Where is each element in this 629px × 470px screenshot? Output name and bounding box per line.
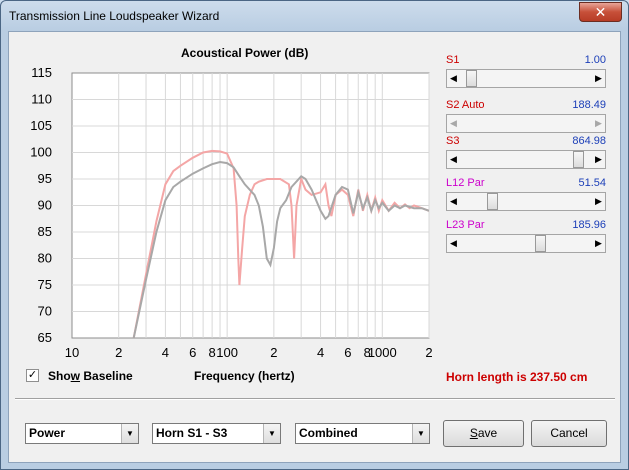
scroll-left-icon[interactable]: ◀: [447, 115, 460, 132]
scroll-left-icon[interactable]: ◀: [447, 70, 460, 87]
slider-value-s1: 1.00: [584, 54, 606, 66]
x-tick-label: 8: [208, 345, 215, 360]
show-baseline-checkbox[interactable]: ✓: [26, 369, 39, 382]
scroll-left-icon[interactable]: ◀: [447, 235, 460, 252]
chevron-down-icon[interactable]: ▼: [412, 424, 429, 443]
chevron-down-icon[interactable]: ▼: [263, 424, 280, 443]
slider-label-s2: S2 Auto: [446, 99, 485, 111]
scroll-left-icon[interactable]: ◀: [447, 151, 460, 168]
y-tick-label: 105: [30, 118, 52, 133]
y-tick-label: 90: [38, 198, 52, 213]
x-tick-label: 4: [162, 345, 169, 360]
dialog-window: Transmission Line Loudspeaker Wizard ✕ A…: [0, 0, 629, 470]
x-tick-label: 100: [216, 345, 238, 360]
scroll-right-icon[interactable]: ▶: [592, 70, 605, 87]
save-button[interactable]: Save: [443, 420, 524, 447]
slider-s1[interactable]: ◀ ▶: [446, 69, 606, 88]
slider-s2[interactable]: ◀ ▶: [446, 114, 606, 133]
y-tick-label: 85: [38, 224, 52, 239]
divider: [15, 398, 615, 400]
y-tick-label: 65: [38, 330, 52, 345]
slider-label-l12: L12 Par: [446, 177, 485, 189]
y-tick-label: 75: [38, 277, 52, 292]
scroll-right-icon[interactable]: ▶: [592, 151, 605, 168]
x-tick-label: 4: [317, 345, 324, 360]
slider-thumb[interactable]: [486, 193, 498, 210]
x-tick-label: 10: [65, 345, 79, 360]
dialog-client-area: Acoustical Power (dB) 115 110 105 100 95 90 85…: [8, 31, 621, 463]
slider-label-l23: L23 Par: [446, 219, 485, 231]
horn-length-readout: Horn length is 237.50 cm: [446, 370, 588, 384]
y-tick-label: 95: [38, 171, 52, 186]
y-tick-label: 115: [31, 65, 52, 80]
slider-value-l23: 185.96: [572, 219, 606, 231]
x-axis-label: Frequency (hertz): [194, 369, 295, 383]
slider-l12[interactable]: ◀ ▶: [446, 192, 606, 211]
y-tick-label: 100: [30, 145, 52, 160]
slider-l23[interactable]: ◀ ▶: [446, 234, 606, 253]
close-button[interactable]: ✕: [579, 2, 622, 22]
x-tick-label: 2: [115, 345, 122, 360]
x-tick-label: 2: [270, 345, 277, 360]
title-bar: Transmission Line Loudspeaker Wizard ✕: [1, 1, 628, 31]
slider-value-s2: 188.49: [572, 99, 606, 111]
x-tick-label: 6: [189, 345, 196, 360]
scroll-right-icon[interactable]: ▶: [592, 235, 605, 252]
slider-thumb[interactable]: [535, 235, 547, 252]
show-baseline-label[interactable]: Show Baseline: [48, 369, 133, 383]
slider-label-s3: S3: [446, 135, 460, 147]
y-tick-label: 70: [38, 304, 52, 319]
scroll-right-icon[interactable]: ▶: [592, 115, 605, 132]
slider-label-s1: S1: [446, 54, 460, 66]
power-select[interactable]: Power ▼: [25, 423, 139, 444]
window-title: Transmission Line Loudspeaker Wizard: [9, 9, 220, 23]
x-tick-label: 1000: [368, 345, 397, 360]
scroll-left-icon[interactable]: ◀: [447, 193, 460, 210]
x-tick-label: 2: [425, 345, 432, 360]
y-tick-label: 80: [38, 251, 52, 266]
slider-thumb[interactable]: [466, 70, 478, 87]
scroll-right-icon[interactable]: ▶: [592, 193, 605, 210]
cancel-button[interactable]: Cancel: [531, 420, 607, 447]
slider-s3[interactable]: ◀ ▶: [446, 150, 606, 169]
slider-thumb[interactable]: [572, 151, 584, 168]
slider-value-s3: 864.98: [572, 135, 606, 147]
mode-select[interactable]: Combined ▼: [295, 423, 430, 444]
horn-select[interactable]: Horn S1 - S3 ▼: [152, 423, 281, 444]
chevron-down-icon[interactable]: ▼: [121, 424, 138, 443]
y-tick-label: 110: [31, 92, 52, 107]
slider-value-l12: 51.54: [578, 177, 606, 189]
acoustical-power-chart: 1151101051009590858075706510 2 4 6 8 100 2 4 6 81…: [30, 65, 432, 360]
x-tick-label: 6: [344, 345, 351, 360]
